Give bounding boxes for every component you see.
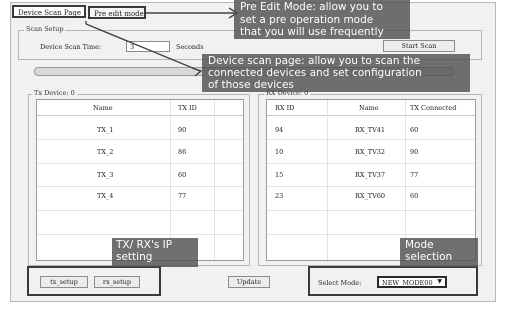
device-scan-callout: Device scan page: allow you to scan the … xyxy=(202,54,470,92)
ip-setting-callout: TX/ RX's IP setting xyxy=(112,238,198,267)
mode-selection-callout: Mode selection xyxy=(400,238,478,267)
pre-edit-callout: Pre Edit Mode: allow you to set a pre op… xyxy=(234,0,410,39)
